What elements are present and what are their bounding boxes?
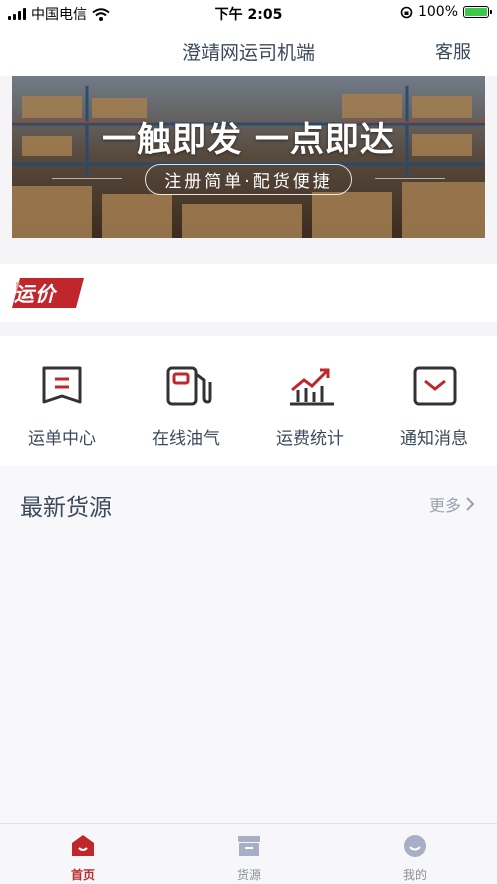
menu-item-notifications[interactable]: 通知消息	[372, 336, 496, 466]
fuel-pump-icon	[166, 366, 212, 406]
waybill-icon	[42, 366, 82, 404]
freight-section: 运价	[0, 264, 497, 322]
tab-label: 首页	[70, 868, 95, 882]
menu-item-waybill-center[interactable]: 运单中心	[0, 336, 124, 466]
tab-bar: 首页 货源 我的	[0, 823, 497, 884]
menu-label: 运费统计	[276, 429, 344, 449]
status-right: 100%	[400, 4, 492, 20]
battery-percent: 100%	[417, 4, 458, 20]
menu-label: 在线油气	[152, 429, 220, 449]
promo-banner[interactable]: 一触即发 一点即达 注册简单·配货便捷	[12, 76, 485, 238]
home-icon	[72, 835, 94, 856]
nav-bar: 澄靖网运司机端 客服	[0, 26, 497, 76]
chevron-right-icon	[466, 497, 475, 511]
battery-icon	[463, 6, 492, 18]
profile-icon	[404, 835, 426, 857]
tab-label: 货源	[236, 868, 261, 882]
menu-item-freight-stats[interactable]: 运费统计	[248, 336, 372, 466]
message-icon	[413, 366, 457, 406]
tab-label: 我的	[402, 868, 427, 882]
quick-menu: 运单中心 在线油气 运费统计 通知消息	[0, 336, 497, 466]
orientation-lock-icon	[400, 6, 413, 18]
menu-label: 通知消息	[400, 429, 468, 449]
menu-label: 运单中心	[28, 429, 96, 449]
cargo-box-icon	[238, 836, 260, 856]
customer-service-button[interactable]: 客服	[435, 38, 471, 64]
more-label: 更多	[428, 496, 461, 515]
latest-cargo-section: 最新货源 更多	[0, 466, 497, 823]
chart-trend-icon	[290, 368, 334, 406]
freight-tag-label: 运价	[14, 282, 56, 306]
banner-headline: 一触即发 一点即达	[102, 120, 395, 160]
more-link[interactable]: 更多	[429, 492, 475, 516]
banner-subtitle: 注册简单·配货便捷	[145, 164, 352, 195]
tab-home[interactable]: 首页	[0, 824, 166, 884]
tab-profile[interactable]: 我的	[332, 824, 497, 884]
page-title: 澄靖网运司机端	[181, 42, 315, 64]
menu-item-online-fuel[interactable]: 在线油气	[124, 336, 248, 466]
section-title: 最新货源	[20, 495, 112, 521]
tab-cargo[interactable]: 货源	[166, 824, 332, 884]
status-bar: 中国电信 下午 2:05 100%	[0, 0, 497, 26]
